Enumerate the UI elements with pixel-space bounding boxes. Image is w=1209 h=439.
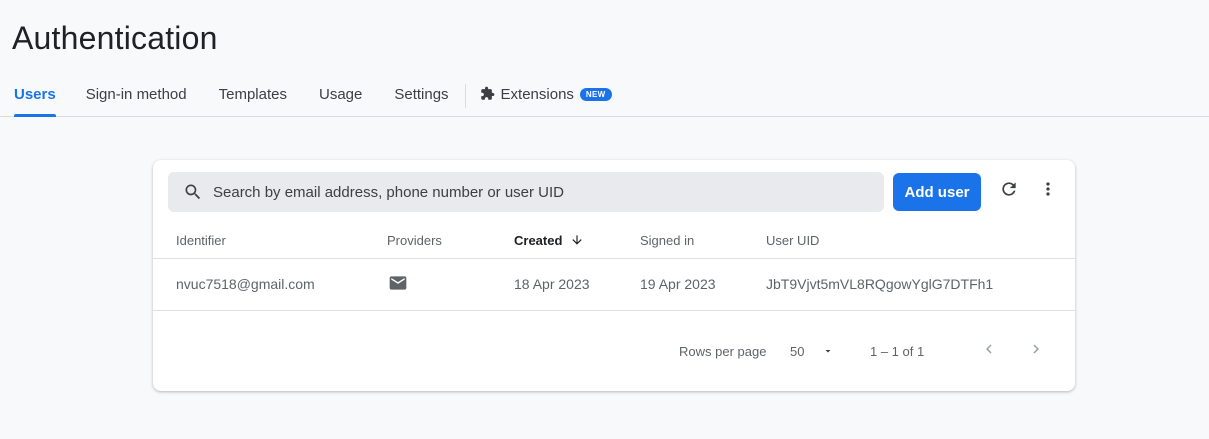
email-icon bbox=[388, 273, 408, 298]
add-user-button[interactable]: Add user bbox=[893, 173, 981, 211]
column-header-user-uid: User UID bbox=[766, 233, 820, 248]
column-header-created[interactable]: Created bbox=[514, 233, 584, 250]
cell-user-uid: JbT9Vjvt5mVL8RQgowYglG7DTFh1 bbox=[766, 276, 994, 292]
pagination-range: 1 – 1 of 1 bbox=[870, 344, 925, 359]
tab-users[interactable]: Users bbox=[14, 76, 56, 117]
tab-settings[interactable]: Settings bbox=[394, 76, 448, 116]
cell-created: 18 Apr 2023 bbox=[514, 276, 590, 292]
column-header-signed-in: Signed in bbox=[640, 233, 695, 248]
users-table-card: Add user Identifier Providers Created Si… bbox=[153, 160, 1075, 391]
tab-extensions[interactable]: Extensions NEW bbox=[480, 76, 612, 116]
page: Authentication Users Sign-in method Temp… bbox=[0, 0, 1209, 439]
search-input[interactable] bbox=[213, 183, 853, 201]
table-row[interactable]: nvuc7518@gmail.com 18 Apr 2023 19 Apr 20… bbox=[153, 259, 1075, 311]
search-icon bbox=[183, 182, 203, 202]
new-badge: NEW bbox=[579, 88, 612, 101]
chevron-left-icon bbox=[980, 340, 998, 363]
refresh-button[interactable] bbox=[996, 178, 1022, 204]
tab-divider bbox=[464, 84, 466, 108]
rows-per-page-label: Rows per page bbox=[679, 344, 767, 359]
page-title: Authentication bbox=[12, 20, 218, 56]
tab-bar: Users Sign-in method Templates Usage Set… bbox=[0, 76, 612, 117]
page-header: Authentication Users Sign-in method Temp… bbox=[0, 0, 1209, 117]
tab-templates[interactable]: Templates bbox=[219, 76, 287, 116]
table-pagination: Rows per page 50 1 – 1 of 1 bbox=[153, 311, 1075, 391]
tab-usage[interactable]: Usage bbox=[319, 76, 362, 116]
refresh-icon bbox=[999, 179, 1019, 204]
column-header-providers: Providers bbox=[387, 233, 442, 248]
rows-per-page-select[interactable]: 50 bbox=[790, 339, 834, 363]
more-options-button[interactable] bbox=[1035, 178, 1061, 204]
tab-extensions-label: Extensions bbox=[500, 86, 574, 103]
tab-sign-in-method[interactable]: Sign-in method bbox=[86, 76, 187, 116]
table-header: Identifier Providers Created Signed in U… bbox=[153, 222, 1075, 259]
column-header-identifier: Identifier bbox=[176, 233, 226, 248]
cell-signed-in: 19 Apr 2023 bbox=[640, 276, 716, 292]
previous-page-button[interactable] bbox=[977, 339, 1001, 363]
rows-per-page-value: 50 bbox=[790, 343, 805, 359]
arrow-down-icon bbox=[570, 233, 584, 250]
dropdown-arrow-icon bbox=[822, 345, 834, 357]
search-bar[interactable] bbox=[168, 172, 884, 212]
puzzle-icon bbox=[480, 86, 495, 105]
chevron-right-icon bbox=[1027, 340, 1045, 363]
next-page-button[interactable] bbox=[1024, 339, 1048, 363]
more-vert-icon bbox=[1038, 179, 1058, 204]
column-header-created-label: Created bbox=[514, 233, 563, 248]
cell-identifier: nvuc7518@gmail.com bbox=[176, 276, 315, 292]
